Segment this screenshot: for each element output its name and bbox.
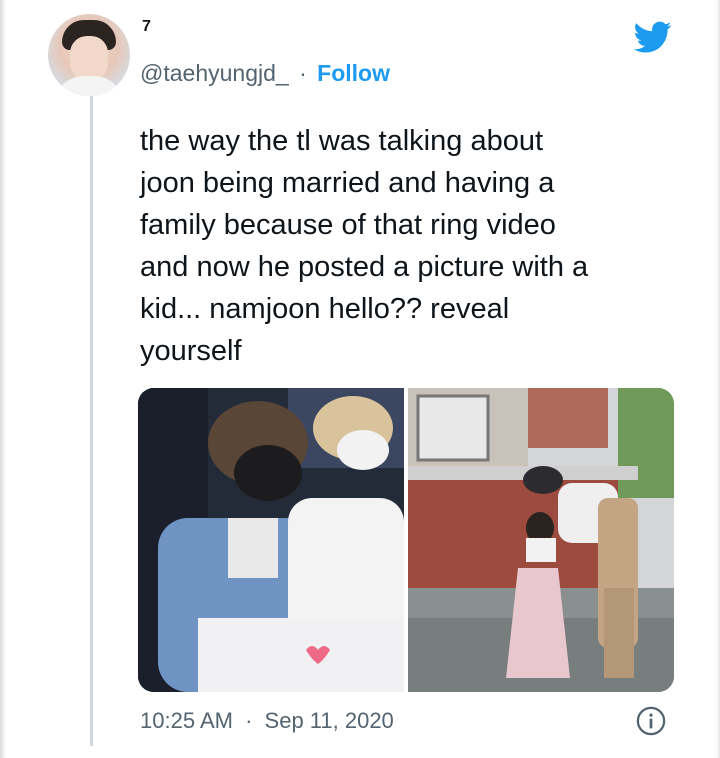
thread-line — [90, 96, 93, 746]
tweet-date: Sep 11, 2020 — [264, 708, 394, 733]
date-separator: · — [245, 708, 253, 733]
tweet-timestamp[interactable]: 10:25 AM · Sep 11, 2020 — [140, 708, 394, 734]
display-name[interactable]: 7 — [142, 18, 151, 36]
tweet-card: 7 @taehyungjd_ · Follow the way the tl w… — [0, 0, 720, 758]
twitter-bird-icon[interactable] — [632, 18, 674, 56]
handle-row: @taehyungjd_ · Follow — [140, 60, 390, 87]
tweet-time: 10:25 AM — [140, 708, 233, 733]
avatar[interactable] — [48, 14, 130, 96]
media-photo-left[interactable] — [138, 388, 404, 692]
info-icon[interactable] — [636, 706, 666, 736]
screenshot-edge — [716, 0, 720, 758]
tweet-media[interactable] — [138, 388, 674, 692]
screenshot-edge — [0, 0, 6, 758]
user-handle[interactable]: @taehyungjd_ — [140, 60, 289, 86]
handle-separator: · — [299, 60, 307, 86]
follow-button[interactable]: Follow — [317, 60, 390, 86]
media-photo-right[interactable] — [408, 388, 674, 692]
tweet-text: the way the tl was talking about joon be… — [140, 125, 589, 367]
